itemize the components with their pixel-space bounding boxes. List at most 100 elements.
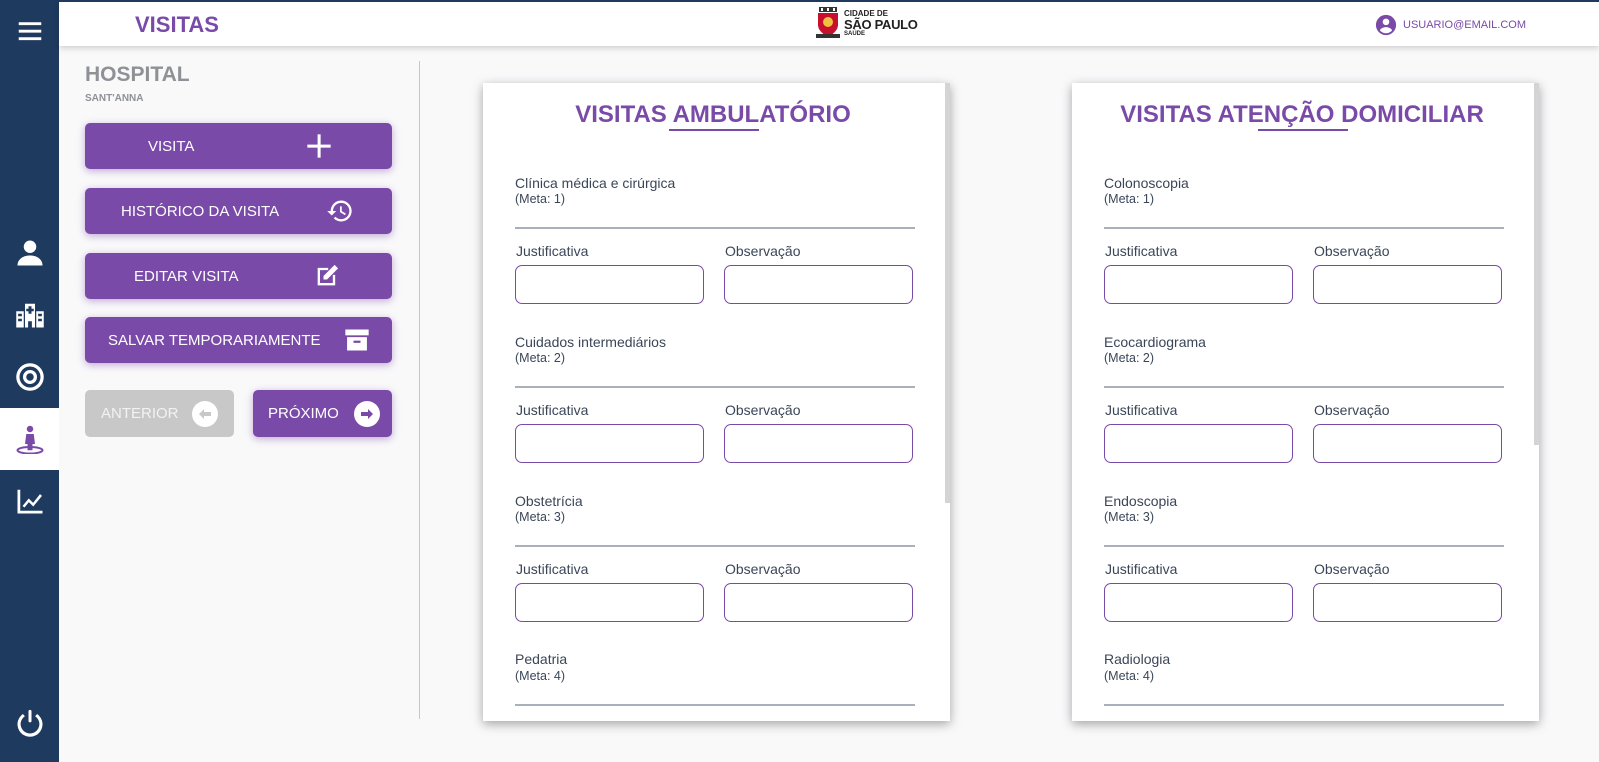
next-button[interactable]: PRÓXIMO	[253, 390, 392, 437]
justificativa-input[interactable]	[1104, 265, 1293, 304]
user-email: USUARIO@EMAIL.COM	[1403, 19, 1527, 31]
city-seal-icon	[816, 7, 840, 38]
item-name: Ecocardiograma	[1104, 334, 1206, 350]
card-title-underline	[1258, 129, 1348, 131]
card-title-underline	[669, 129, 759, 131]
previous-label: ANTERIOR	[101, 405, 179, 422]
logout-button[interactable]	[0, 692, 59, 754]
observacao-input[interactable]	[724, 583, 913, 622]
previous-button[interactable]: ANTERIOR	[85, 390, 234, 437]
card-scrollbar[interactable]	[945, 83, 950, 503]
top-header: VISITAS CIDADE DE SÃO PAULO SAÚDE USUARI…	[59, 0, 1599, 46]
new-visit-label: VISITA	[148, 137, 195, 155]
item-meta: (Meta: 2)	[1104, 351, 1155, 365]
panel-divider	[419, 61, 420, 719]
card-title: VISITAS AMBULATÓRIO	[575, 101, 851, 128]
visit-history-button[interactable]: HISTÓRICO DA VISITA	[85, 188, 392, 234]
justificativa-label: Justificativa	[1105, 243, 1178, 259]
observacao-input[interactable]	[1313, 265, 1502, 304]
observacao-label: Observação	[725, 402, 801, 418]
item-name: Pedatria	[515, 651, 568, 667]
observacao-input[interactable]	[1313, 583, 1502, 622]
rail-item-visits[interactable]	[0, 408, 59, 470]
history-icon	[327, 200, 352, 222]
icon-rail	[0, 0, 59, 762]
edit-visit-button[interactable]: EDITAR VISITA	[85, 253, 392, 299]
rail-item-charts[interactable]	[0, 470, 59, 532]
user-icon	[17, 240, 42, 266]
logo-line-3: SAÚDE	[844, 30, 866, 37]
power-icon	[17, 709, 42, 737]
item-meta: (Meta: 4)	[1104, 669, 1155, 683]
observacao-label: Observação	[1314, 402, 1390, 418]
arrow-left-icon	[192, 400, 218, 427]
item-meta: (Meta: 1)	[1104, 192, 1155, 206]
edit-icon	[317, 264, 339, 286]
card-ambulatorio: VISITAS AMBULATÓRIO Clínica médica e cir…	[483, 83, 950, 721]
item-name: Obstetrícia	[515, 493, 583, 509]
item-meta: (Meta: 2)	[515, 351, 566, 365]
item-divider	[515, 386, 915, 388]
justificativa-label: Justificativa	[1105, 402, 1178, 418]
chart-line-icon	[17, 489, 42, 514]
observacao-label: Observação	[725, 243, 801, 259]
item-meta: (Meta: 3)	[515, 510, 566, 524]
plus-icon	[307, 134, 331, 158]
visit-history-label: HISTÓRICO DA VISITA	[121, 202, 280, 220]
account-circle-icon	[1375, 14, 1397, 36]
card-title: VISITAS ATENÇÃO DOMICILIAR	[1120, 101, 1484, 128]
item-name: Radiologia	[1104, 651, 1171, 667]
rail-item-hospital[interactable]	[0, 284, 59, 346]
menu-icon	[18, 22, 41, 41]
save-temporarily-button[interactable]: SALVAR TEMPORARIAMENTE	[85, 317, 392, 363]
item-name: Clínica médica e cirúrgica	[515, 175, 676, 191]
item-meta: (Meta: 4)	[515, 669, 566, 683]
hospital-icon	[15, 303, 44, 328]
justificativa-input[interactable]	[515, 265, 704, 304]
item-divider	[515, 227, 915, 229]
observacao-input[interactable]	[724, 424, 913, 463]
item-divider	[515, 704, 915, 706]
justificativa-input[interactable]	[515, 424, 704, 463]
new-visit-button[interactable]: VISITA	[85, 123, 392, 169]
menu-button[interactable]	[0, 0, 59, 62]
observacao-input[interactable]	[724, 265, 913, 304]
item-divider	[1104, 386, 1504, 388]
item-name: Endoscopia	[1104, 493, 1178, 509]
city-logo: CIDADE DE SÃO PAULO SAÚDE	[816, 7, 918, 39]
item-divider	[515, 545, 915, 547]
justificativa-label: Justificativa	[516, 402, 589, 418]
observacao-label: Observação	[1314, 561, 1390, 577]
justificativa-label: Justificativa	[1105, 561, 1178, 577]
logo-line-2: SÃO PAULO	[844, 16, 918, 32]
user-menu[interactable]: USUARIO@EMAIL.COM	[1375, 14, 1526, 36]
justificativa-input[interactable]	[1104, 424, 1293, 463]
item-divider	[1104, 227, 1504, 229]
edit-visit-label: EDITAR VISITA	[134, 267, 239, 285]
observacao-label: Observação	[725, 561, 801, 577]
next-label: PRÓXIMO	[268, 405, 339, 422]
item-name: Colonoscopia	[1104, 175, 1189, 191]
rail-item-target[interactable]	[0, 346, 59, 408]
justificativa-input[interactable]	[515, 583, 704, 622]
item-divider	[1104, 704, 1504, 706]
rail-item-user[interactable]	[0, 222, 59, 284]
item-divider	[1104, 545, 1504, 547]
justificativa-input[interactable]	[1104, 583, 1293, 622]
hospital-subtitle: SANT'ANNA	[85, 93, 144, 104]
save-temporarily-label: SALVAR TEMPORARIAMENTE	[108, 331, 321, 349]
arrow-right-icon	[354, 400, 380, 427]
archive-icon	[345, 329, 369, 351]
visit-icon	[16, 425, 43, 454]
observacao-label: Observação	[1314, 243, 1390, 259]
item-meta: (Meta: 3)	[1104, 510, 1155, 524]
item-meta: (Meta: 1)	[515, 192, 566, 206]
hospital-name: HOSPITAL	[85, 63, 190, 86]
card-atencao-domiciliar: VISITAS ATENÇÃO DOMICILIAR Colonoscopia …	[1072, 83, 1539, 721]
target-icon	[15, 363, 44, 391]
justificativa-label: Justificativa	[516, 561, 589, 577]
item-name: Cuidados intermediários	[515, 334, 666, 350]
observacao-input[interactable]	[1313, 424, 1502, 463]
card-scrollbar[interactable]	[1534, 83, 1539, 445]
justificativa-label: Justificativa	[516, 243, 589, 259]
